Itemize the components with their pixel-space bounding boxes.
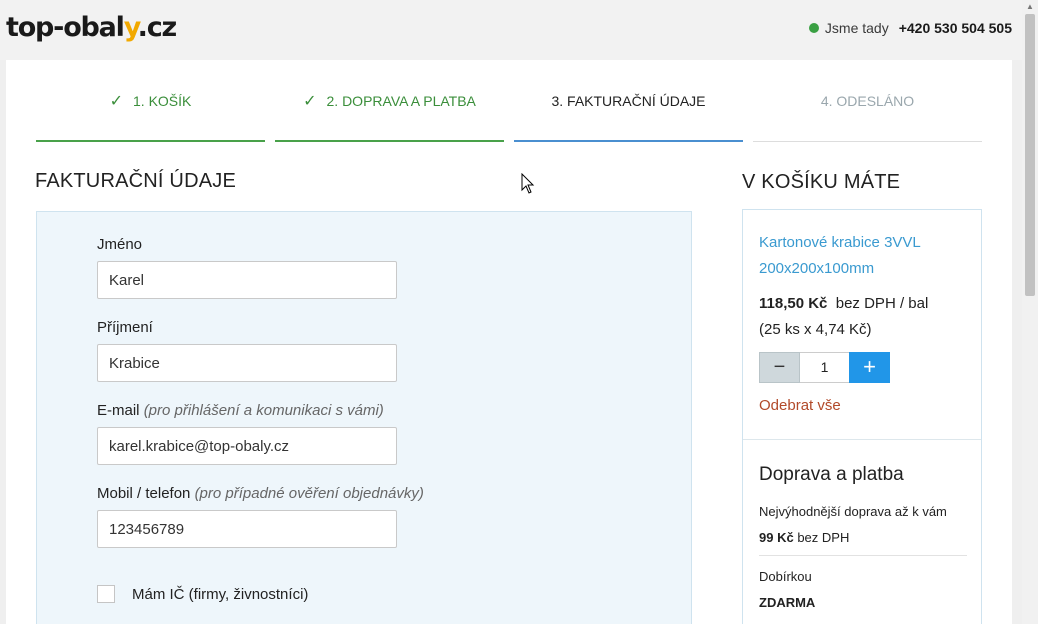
last-name-field: Příjmení (97, 319, 397, 382)
shipping-desc: Nejvýhodnější doprava až k vám 99 Kč bez… (759, 504, 947, 545)
step-billing: 3. FAKTURAČNÍ ÚDAJE (514, 60, 743, 142)
status-text: Jsme tady (824, 20, 889, 36)
last-name-label: Příjmení (97, 319, 153, 336)
site-header: top-obaly.cz Jsme tady +420 530 504 505 (0, 0, 1022, 60)
page-scrollbar[interactable]: ▲ (1022, 0, 1038, 624)
email-label: E-mail (pro přihlášení a komunikaci s vá… (97, 402, 384, 419)
increase-quantity-button[interactable]: + (849, 352, 890, 383)
phone-hint: (pro případné ověření objednávky) (194, 485, 424, 502)
step-shipping[interactable]: ✓ 2. DOPRAVA A PLATBA (275, 60, 504, 142)
online-status-icon (808, 23, 819, 33)
phone-input[interactable] (97, 510, 397, 548)
cart-title: V KOŠÍKU MÁTE (742, 171, 901, 193)
step-cart[interactable]: ✓ 1. KOŠÍK (36, 60, 265, 142)
remove-all-link[interactable]: Odebrat vše (759, 397, 841, 414)
scroll-thumb[interactable] (1025, 14, 1035, 296)
payment-price: ZDARMA (759, 595, 816, 610)
first-name-input[interactable] (97, 261, 397, 299)
decrease-quantity-button[interactable]: − (759, 352, 800, 383)
site-logo[interactable]: top-obaly.cz (6, 12, 177, 43)
billing-title: FAKTURAČNÍ ÚDAJE (35, 170, 237, 192)
phone-number[interactable]: +420 530 504 505 (899, 20, 1012, 36)
contact-info: Jsme tady +420 530 504 505 (808, 20, 1012, 36)
first-name-label: Jméno (97, 236, 143, 253)
phone-label: Mobil / telefon (pro případné ověření ob… (97, 485, 424, 502)
product-link[interactable]: Kartonové krabice 3VVL 200x200x100mm (759, 230, 969, 282)
product-price: 118,50 Kč bez DPH / bal (25 ks x 4,74 Kč… (759, 295, 929, 338)
scroll-up-icon[interactable]: ▲ (1022, 0, 1038, 14)
cart-summary: Kartonové krabice 3VVL 200x200x100mm 118… (742, 209, 982, 624)
checkout-steps: ✓ 1. KOŠÍK ✓ 2. DOPRAVA A PLATBA 3. FAKT… (36, 60, 982, 142)
last-name-input[interactable] (97, 344, 397, 382)
mouse-cursor-icon (521, 173, 535, 194)
email-input[interactable] (97, 427, 397, 465)
billing-form: Jméno Příjmení E-mail (pro přihlášení a … (36, 211, 692, 624)
company-id-label[interactable]: Mám IČ (firmy, živnostníci) (132, 586, 308, 603)
quantity-input[interactable]: 1 (800, 352, 849, 383)
step-sent: 4. ODESLÁNO (753, 60, 982, 142)
quantity-stepper: − 1 + (759, 352, 890, 383)
company-id-row: Mám IČ (firmy, živnostníci) (97, 585, 308, 603)
email-field: E-mail (pro přihlášení a komunikaci s vá… (97, 402, 397, 465)
payment-method: Dobírkou (759, 569, 812, 584)
email-hint: (pro přihlášení a komunikaci s vámi) (143, 402, 384, 419)
checkout-panel: ✓ 1. KOŠÍK ✓ 2. DOPRAVA A PLATBA 3. FAKT… (6, 60, 1012, 624)
shipping-title: Doprava a platba (759, 464, 904, 485)
first-name-field: Jméno (97, 236, 397, 299)
check-icon: ✓ (303, 93, 317, 110)
phone-field: Mobil / telefon (pro případné ověření ob… (97, 485, 424, 548)
check-icon: ✓ (109, 93, 124, 110)
company-id-checkbox[interactable] (97, 585, 115, 603)
